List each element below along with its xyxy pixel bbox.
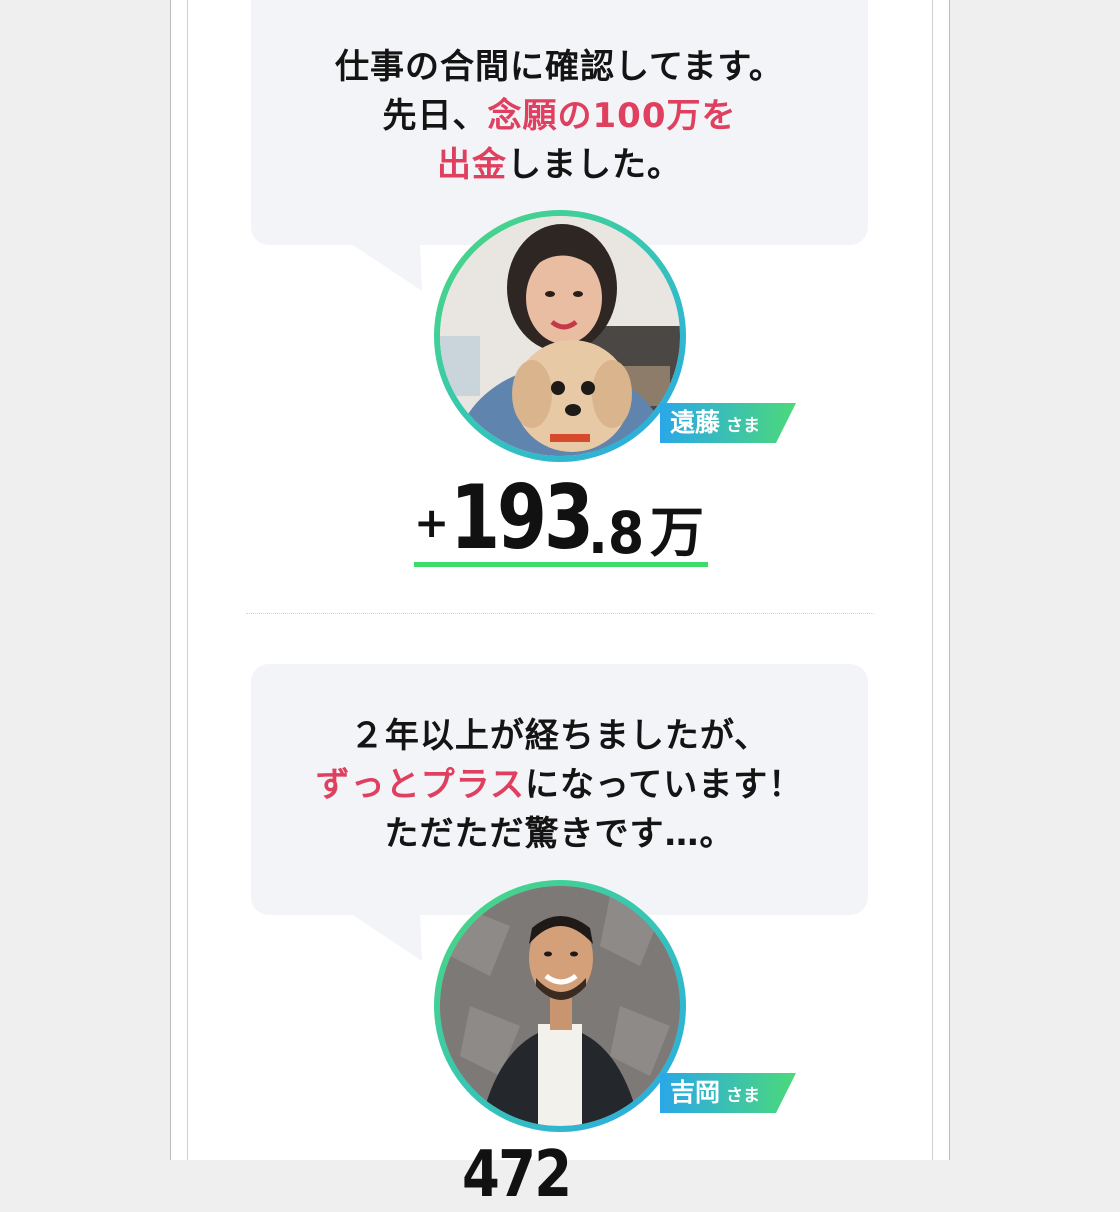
quote-line: 仕事の合間に確認してます。 [335,47,784,87]
profit-amount: + 193 .8 万 [414,468,708,568]
customer-name: 遠藤 [670,408,721,437]
section-divider [246,613,874,614]
amount-sign: + [414,498,450,547]
quote-line: ただただ驚きです…。 [384,814,735,854]
speech-bubble-tail-2 [350,913,422,961]
avatar-endo [434,210,686,462]
name-tag-endo: 遠藤 さま [660,403,796,443]
avatar-yoshioka [434,880,686,1132]
quote-line: 出金しました。 [437,145,682,185]
amount-underline [414,562,708,567]
amount-unit: 万 [650,501,704,564]
man-in-coat-photo [440,886,680,1126]
quote-line: ２年以上が経ちましたが、 [349,716,770,756]
woman-with-dog-photo [440,216,680,456]
profit-amount-partial: 472 [462,1138,572,1212]
quote-line: 先日、念願の100万を [382,96,737,136]
quote-highlight: ずっとプラス [315,765,525,805]
speech-bubble-tail-1 [350,243,422,291]
quote-highlight: 念願の100万を [487,96,737,136]
testimonial-quote-2: ２年以上が経ちましたが、 ずっとプラスになっています！ ただただ驚きです…。 [251,712,868,859]
customer-name: 吉岡 [670,1078,721,1107]
amount-integer: 193 [450,466,594,569]
amount-decimal: .8 [588,499,645,567]
name-tag-yoshioka: 吉岡 さま [660,1073,796,1113]
quote-highlight: 出金 [437,145,507,185]
testimonial-quote-1: 仕事の合間に確認してます。 先日、念願の100万を 出金しました。 [251,43,868,190]
honorific: さま [726,416,761,436]
quote-line: ずっとプラスになっています！ [315,765,804,805]
honorific: さま [726,1086,761,1106]
